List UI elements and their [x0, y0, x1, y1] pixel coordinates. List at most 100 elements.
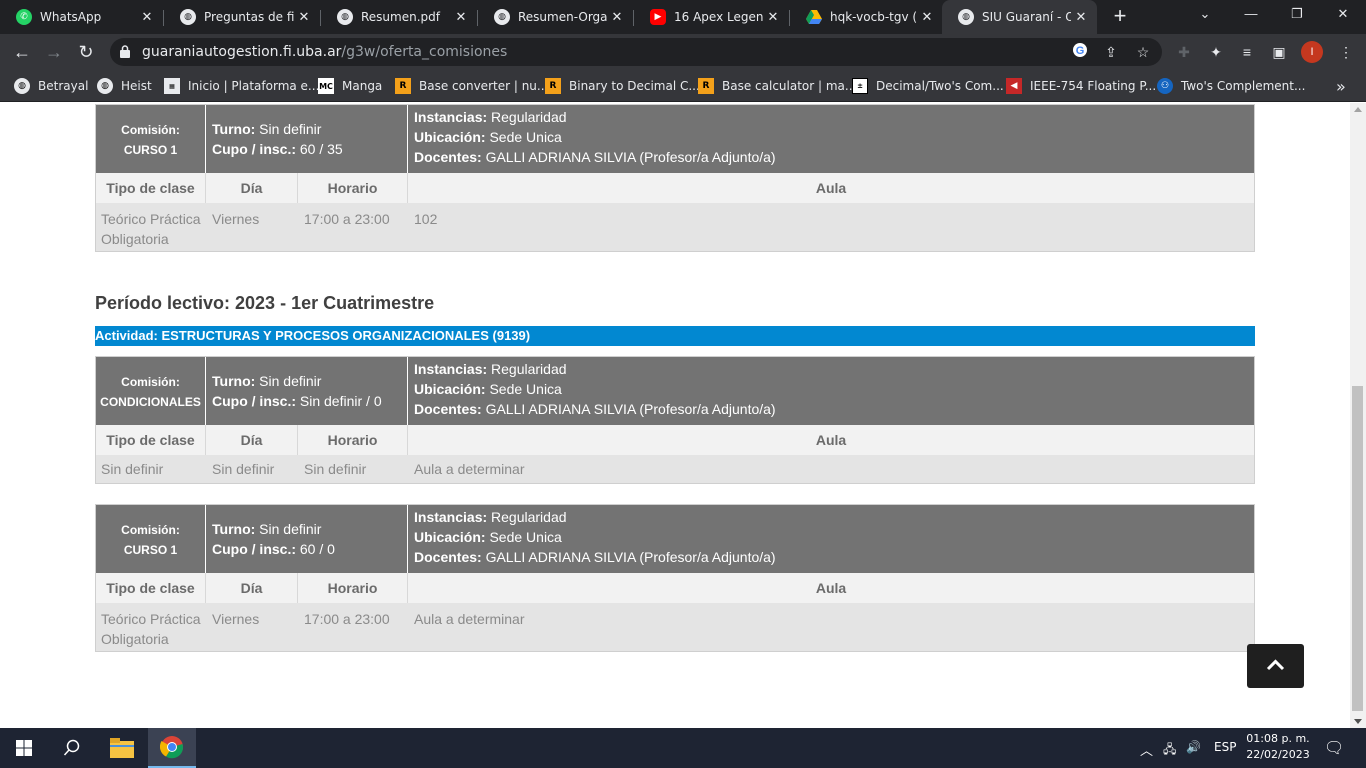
- forward-button[interactable]: →: [42, 40, 66, 64]
- globe-icon: ◍: [97, 78, 113, 94]
- back-button[interactable]: ←: [10, 40, 34, 64]
- tab-search-icon[interactable]: ⌄: [1192, 6, 1218, 28]
- restore-button[interactable]: ❐: [1284, 6, 1310, 28]
- tab-whatsapp[interactable]: ✆ WhatsApp ✕: [0, 0, 163, 34]
- cupo-value: Sin definir / 0: [299, 393, 382, 409]
- tab-resumen-orga[interactable]: ◍ Resumen-Orga-C ✕: [478, 0, 633, 34]
- bookmark-twos-com[interactable]: ± Decimal/Two's Com...: [852, 77, 1004, 95]
- clock-time: 01:08 p. m.: [1246, 732, 1310, 745]
- menu-kebab-icon[interactable]: ⋮: [1336, 42, 1356, 62]
- bookmark-base-converter[interactable]: R Base converter | nu...: [395, 77, 548, 95]
- profile-avatar[interactable]: I: [1301, 41, 1323, 63]
- page-scrollbar[interactable]: [1350, 103, 1366, 728]
- url-host: guaraniautogestion.fi.uba.ar: [142, 44, 342, 60]
- folder-icon: [110, 738, 134, 758]
- tray-chevron-icon[interactable]: ︿: [1140, 740, 1153, 759]
- tab-siu-guarani[interactable]: ◍ SIU Guaraní - Ofe ✕: [942, 0, 1097, 34]
- turno-label: Turno:: [212, 121, 256, 137]
- side-panel-icon[interactable]: ▣: [1269, 42, 1289, 62]
- notifications-icon[interactable]: 🗨: [1324, 738, 1344, 757]
- bookmark-label: Base converter | nu...: [419, 79, 549, 93]
- header-tipo-clase: Tipo de clase: [96, 425, 206, 455]
- bookmark-betrayal[interactable]: ◍ Betrayal: [14, 77, 88, 95]
- bookmark-label: Manga: [342, 79, 383, 93]
- cell-horario: 17:00 a 23:00: [304, 211, 390, 227]
- tab-youtube[interactable]: ▶ 16 Apex Legends ✕: [634, 0, 789, 34]
- bookmark-binary-decimal[interactable]: R Binary to Decimal C...: [545, 77, 700, 95]
- search-icon: [63, 739, 80, 756]
- start-button[interactable]: [0, 728, 48, 768]
- bookmark-label: Two's Complement...: [1181, 79, 1306, 93]
- back-to-top-button[interactable]: [1247, 644, 1304, 688]
- cell-aula: Aula a determinar: [414, 611, 525, 627]
- tab-resumen[interactable]: ◍ Resumen.pdf ✕: [321, 0, 477, 34]
- cupo-value: 60 / 0: [299, 541, 335, 557]
- close-icon[interactable]: ✕: [1071, 10, 1091, 25]
- new-tab-button[interactable]: +: [1108, 5, 1132, 29]
- windows-taskbar: ︿ 🖧 🔊 ESP 01:08 p. m. 22/02/2023 🗨: [0, 728, 1366, 768]
- tab-preguntas[interactable]: ◍ Preguntas de final ✕: [164, 0, 320, 34]
- turno-cell: Turno: Sin definir Cupo / insc.: 60 / 0: [206, 505, 408, 573]
- comision-table: Comisión: CONDICIONALES Turno: Sin defin…: [95, 356, 1255, 484]
- bookmark-plataforma[interactable]: ▦ Inicio | Plataforma e...: [164, 77, 319, 95]
- scroll-down-arrow-icon[interactable]: [1354, 719, 1362, 724]
- cell-horario: Sin definir: [304, 461, 367, 477]
- language-indicator[interactable]: ESP: [1214, 740, 1236, 754]
- media-control-icon[interactable]: ≡: [1237, 42, 1257, 62]
- periodo-lectivo-heading: Período lectivo: 2023 - 1er Cuatrimestre: [95, 293, 435, 313]
- cell-dia: Viernes: [212, 611, 260, 627]
- close-icon[interactable]: ✕: [763, 10, 783, 25]
- bookmarks-bar: ◍ Betrayal ◍ Heist ▦ Inicio | Plataforma e.…: [0, 70, 1366, 102]
- url-path: /g3w/oferta_comisiones: [341, 44, 508, 60]
- bookmark-ieee754[interactable]: ◀ IEEE-754 Floating P...: [1006, 77, 1156, 95]
- cell-aula: Aula a determinar: [414, 461, 525, 477]
- globe-icon: ◍: [14, 78, 30, 94]
- share-icon[interactable]: ⇪: [1101, 42, 1121, 62]
- volume-icon[interactable]: 🔊: [1186, 740, 1201, 754]
- close-icon[interactable]: ✕: [451, 10, 471, 25]
- tab-title: Resumen-Orga-C: [518, 10, 607, 24]
- file-explorer-button[interactable]: [98, 728, 146, 768]
- manga-icon: MC: [318, 78, 334, 94]
- turno-label: Turno:: [212, 373, 256, 389]
- globe-icon: ◍: [180, 9, 196, 25]
- campus-icon: ▦: [164, 78, 180, 94]
- bookmarks-overflow-button[interactable]: »: [1336, 77, 1346, 96]
- extension-pin-icon[interactable]: ✚: [1174, 42, 1194, 62]
- bookmark-label: Binary to Decimal C...: [569, 79, 700, 93]
- instancias-value: Regularidad: [491, 109, 567, 125]
- tab-meet[interactable]: hqk-vocb-tgv (20 ✕: [790, 0, 943, 34]
- search-button[interactable]: [48, 728, 96, 768]
- comision-header: Comisión: CURSO 1 Turno: Sin definir Cup…: [96, 505, 1254, 573]
- close-window-button[interactable]: ✕: [1330, 6, 1356, 28]
- network-icon[interactable]: 🖧: [1163, 740, 1176, 761]
- bookmark-manga[interactable]: MC Manga: [318, 77, 382, 95]
- address-bar[interactable]: guaraniautogestion.fi.uba.ar/g3w/oferta_…: [110, 38, 1162, 66]
- close-icon[interactable]: ✕: [294, 10, 314, 25]
- reload-button[interactable]: ↻: [74, 40, 98, 64]
- bookmark-base-calculator[interactable]: R Base calculator | ma...: [698, 77, 856, 95]
- google-icon[interactable]: G: [1070, 42, 1090, 62]
- docentes-label: Docentes:: [414, 149, 482, 165]
- bookmark-star-icon[interactable]: ☆: [1133, 42, 1153, 62]
- chrome-taskbar-button[interactable]: [148, 728, 196, 768]
- comision-header: Comisión: CURSO 1 Turno: Sin definir Cup…: [96, 105, 1254, 173]
- instancias-cell: Instancias: Regularidad Ubicación: Sede …: [408, 105, 1254, 173]
- bookmark-twos-complement[interactable]: ⚇ Two's Complement...: [1157, 77, 1305, 95]
- cell-tipo-clase: Sin definir: [101, 461, 164, 477]
- tab-strip: ✆ WhatsApp ✕ ◍ Preguntas de final ✕ ◍ Re…: [0, 0, 1366, 34]
- extensions-puzzle-icon[interactable]: ✦: [1206, 42, 1226, 62]
- close-icon[interactable]: ✕: [917, 10, 937, 25]
- bookmark-heist[interactable]: ◍ Heist: [97, 77, 152, 95]
- docentes-label: Docentes:: [414, 401, 482, 417]
- close-icon[interactable]: ✕: [607, 10, 627, 25]
- scrollbar-thumb[interactable]: [1352, 386, 1363, 711]
- svg-text:G: G: [1076, 45, 1085, 57]
- minimize-button[interactable]: —: [1238, 6, 1264, 28]
- scroll-up-arrow-icon[interactable]: [1354, 107, 1362, 112]
- cupo-label: Cupo / insc.:: [212, 541, 296, 557]
- system-clock[interactable]: 01:08 p. m. 22/02/2023: [1242, 731, 1314, 763]
- close-icon[interactable]: ✕: [137, 10, 157, 25]
- comision-label: Comisión:: [121, 375, 180, 389]
- column-headers: Tipo de clase Día Horario Aula: [96, 173, 1254, 203]
